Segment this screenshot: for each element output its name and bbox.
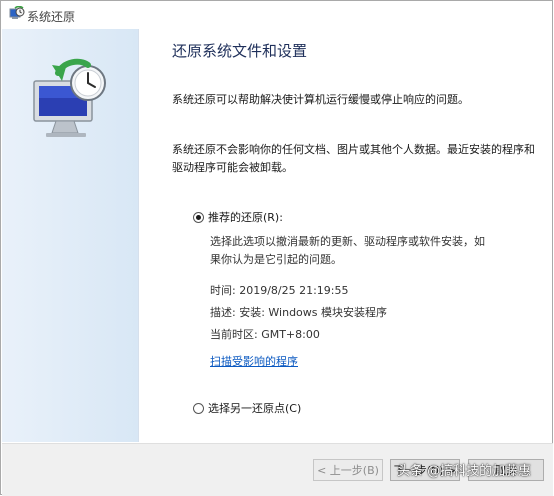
scan-affected-programs-link[interactable]: 扫描受影响的程序 bbox=[210, 353, 298, 369]
choose-other-restore-point-option[interactable]: 选择另一还原点(C) bbox=[193, 400, 301, 416]
recommended-restore-label[interactable]: 推荐的还原(R): bbox=[208, 209, 283, 225]
system-restore-window: 系统还原 还原系统文件和设置 系统还原可以帮助解决使计算机运行缓慢或停止响应的问… bbox=[0, 0, 553, 496]
page-title: 还原系统文件和设置 bbox=[172, 42, 308, 60]
recommended-restore-option[interactable]: 推荐的还原(R): bbox=[193, 209, 283, 225]
recommended-restore-radio[interactable] bbox=[193, 211, 204, 223]
recommended-restore-description: 选择此选项以撤消最新的更新、驱动程序或软件安装，如果你认为是它引起的问题。 bbox=[210, 235, 485, 266]
restore-description: 描述: 安装: Windows 模块安装程序 bbox=[210, 306, 388, 319]
restore-time: 时间: 2019/8/25 21:19:55 bbox=[210, 284, 349, 297]
next-button[interactable]: 下一步(N) > bbox=[390, 459, 460, 481]
intro-text: 系统还原可以帮助解决使计算机运行缓慢或停止响应的问题。 bbox=[172, 93, 469, 106]
back-button[interactable]: < 上一步(B) bbox=[313, 459, 383, 481]
button-bar: < 上一步(B) 下一步(N) > 取消 bbox=[2, 443, 553, 496]
title-bar[interactable]: 系统还原 bbox=[1, 1, 552, 29]
choose-other-restore-point-label[interactable]: 选择另一还原点(C) bbox=[208, 400, 301, 416]
choose-other-restore-point-radio[interactable] bbox=[193, 402, 204, 414]
system-restore-icon bbox=[9, 6, 25, 19]
cancel-button[interactable]: 取消 bbox=[468, 459, 544, 481]
system-restore-monitor-clock-icon bbox=[33, 58, 106, 137]
notice-text: 系统还原不会影响你的任何文档、图片或其他个人数据。最近安装的程序和驱动程序可能会… bbox=[172, 143, 535, 174]
current-timezone: 当前时区: GMT+8:00 bbox=[210, 328, 320, 341]
side-panel bbox=[2, 29, 139, 442]
window-title: 系统还原 bbox=[27, 10, 76, 24]
content-panel: 还原系统文件和设置 系统还原可以帮助解决使计算机运行缓慢或停止响应的问题。 系统… bbox=[139, 29, 551, 442]
